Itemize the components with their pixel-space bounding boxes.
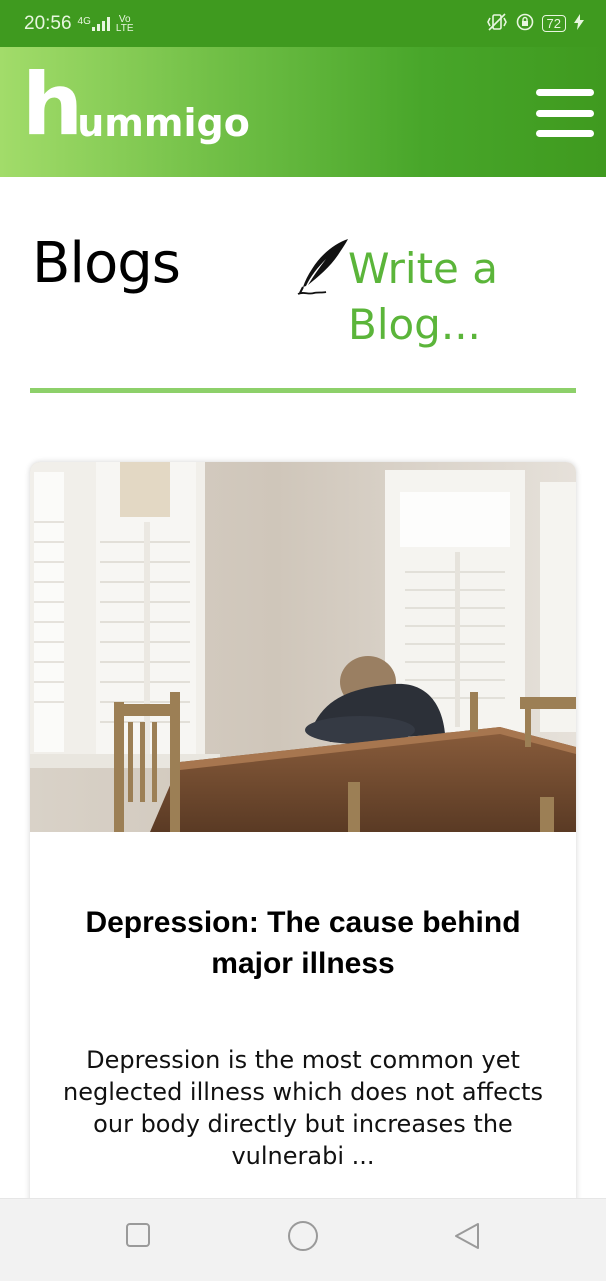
volte-bottom: LTE <box>115 22 134 34</box>
rotation-lock-icon <box>516 13 534 34</box>
page-title: Blogs <box>32 231 181 296</box>
square-recents-icon[interactable] <box>124 1221 152 1249</box>
quill-pen-icon <box>297 239 348 295</box>
logo-text: ummigo <box>77 101 250 145</box>
hamburger-menu-icon[interactable] <box>536 89 594 137</box>
menu-bar <box>536 130 594 137</box>
blogs-title-row: Blogs Write a Blog... <box>0 177 606 397</box>
charging-icon <box>574 14 584 33</box>
circle-home-icon[interactable] <box>286 1219 320 1253</box>
system-nav-bar <box>0 1198 606 1281</box>
app-header: h ummigo <box>0 47 606 177</box>
blog-excerpt: Depression is the most common yet neglec… <box>63 1046 543 1170</box>
status-right: 72 <box>486 13 584 34</box>
status-left: 20:56 4G Vo LTE <box>24 13 134 35</box>
volte-icon: Vo LTE <box>115 14 134 34</box>
blog-title[interactable]: Depression: The cause behind major illne… <box>50 902 556 984</box>
status-bar: 20:56 4G Vo LTE 72 <box>0 0 606 47</box>
menu-bar <box>536 89 594 96</box>
write-blog-label: Write a Blog... <box>348 244 498 349</box>
network-type: 4G <box>77 15 91 27</box>
blog-card[interactable]: Depression: The cause behind major illne… <box>30 462 576 1222</box>
title-divider <box>30 388 576 393</box>
status-time: 20:56 <box>24 12 72 34</box>
triangle-back-icon[interactable] <box>452 1221 482 1251</box>
menu-bar <box>536 109 594 117</box>
signal-icon: 4G <box>77 15 110 31</box>
write-blog-link[interactable]: Write a Blog... <box>296 237 518 353</box>
logo-initial: h <box>22 55 83 155</box>
battery-icon: 72 <box>541 15 566 32</box>
vibrate-icon <box>486 13 508 34</box>
hummigo-logo[interactable]: h ummigo <box>22 55 250 155</box>
battery-level: 72 <box>546 16 561 31</box>
blog-photo <box>30 462 576 832</box>
